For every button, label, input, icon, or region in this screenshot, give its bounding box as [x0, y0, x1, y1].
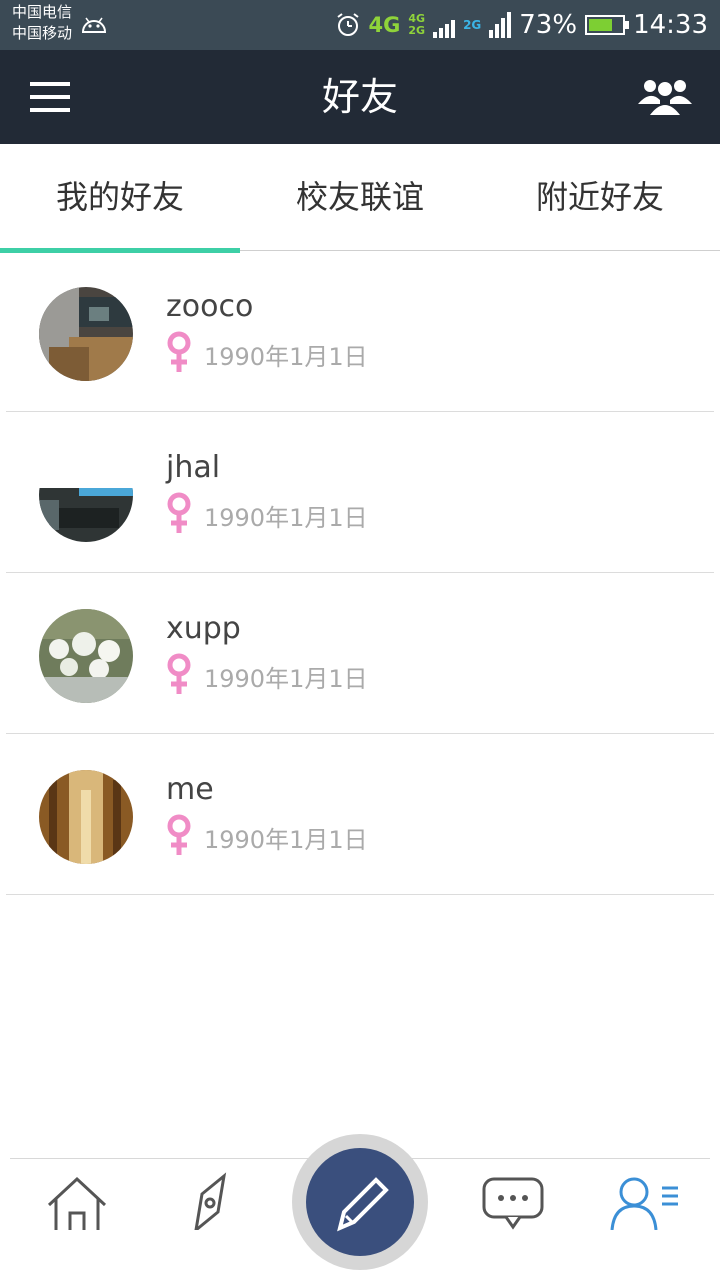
compose-icon [337, 1177, 389, 1232]
list-item[interactable]: me 1990年1月1日 [6, 734, 714, 895]
carrier-label-2: 中国移动 [12, 24, 73, 42]
avatar [39, 448, 133, 542]
clock: 14:33 [633, 10, 708, 40]
female-icon [167, 331, 191, 372]
compose-button[interactable] [292, 1134, 428, 1270]
battery-icon [585, 15, 630, 35]
contacts-icon[interactable] [610, 1174, 682, 1230]
friend-birthday: 1990年1月1日 [204, 343, 368, 371]
signal-icon-1 [433, 12, 456, 38]
female-icon [167, 653, 191, 694]
female-icon [167, 492, 191, 533]
compass-icon[interactable] [188, 1172, 232, 1230]
alarm-icon [336, 13, 359, 36]
list-item[interactable]: xupp 1990年1月1日 [6, 573, 714, 734]
status-bar: 中国电信 中国移动 4G 4G 2G 2G 73% 14:33 [0, 0, 720, 50]
network-type-2g: 2G [463, 18, 482, 32]
female-icon [167, 814, 191, 855]
page-title: 好友 [321, 75, 398, 119]
battery-percent: 73% [519, 10, 578, 40]
friend-birthday: 1990年1月1日 [204, 665, 368, 693]
avatar [39, 609, 133, 703]
friend-name: jhal [166, 450, 221, 485]
home-icon[interactable] [46, 1175, 108, 1230]
avatar [39, 287, 133, 381]
network-type-dual: 4G 2G [408, 13, 425, 37]
friend-name: zooco [166, 289, 254, 324]
carrier-label-1: 中国电信 [12, 3, 73, 21]
friend-birthday: 1990年1月1日 [204, 826, 368, 854]
app-bar: 好友 [0, 50, 720, 144]
tab-nearby[interactable]: 附近好友 [480, 144, 720, 250]
tab-alumni[interactable]: 校友联谊 [240, 144, 480, 250]
list-item[interactable]: jhal 1990年1月1日 [6, 412, 714, 573]
battery-fill [589, 19, 613, 31]
avatar [39, 770, 133, 864]
friend-name: xupp [166, 611, 241, 646]
chat-icon[interactable] [482, 1177, 544, 1230]
friend-list: zooco 1990年1月1日 jhal 1990年1月1日 xupp 1990… [6, 251, 714, 895]
network-type-4g: 4G [368, 13, 401, 37]
network-type-2g-small: 2G [408, 24, 426, 37]
tab-my-friends[interactable]: 我的好友 [0, 144, 240, 253]
group-icon[interactable] [638, 76, 692, 116]
signal-icon-2 [489, 12, 512, 38]
list-item[interactable]: zooco 1990年1月1日 [6, 251, 714, 412]
friend-birthday: 1990年1月1日 [204, 504, 368, 532]
friend-name: me [166, 772, 214, 807]
android-icon [81, 17, 107, 33]
tab-bar: 我的好友 校友联谊 附近好友 [0, 144, 720, 253]
